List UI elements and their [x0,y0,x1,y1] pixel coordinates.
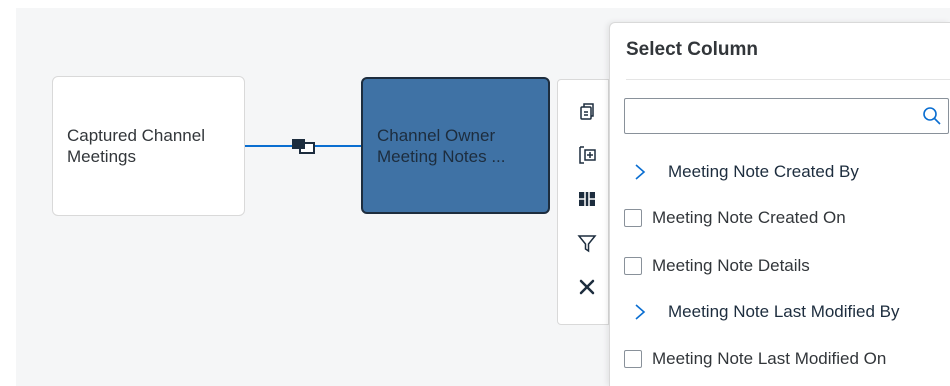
node-toolbar [557,79,609,325]
column-item-checkbox[interactable]: Meeting Note Last Modified On [610,339,950,379]
target-node[interactable]: Channel Owner Meeting Notes ... [361,77,550,214]
join-icon[interactable] [290,136,318,156]
chevron-right-icon[interactable] [634,303,646,321]
column-label: Meeting Note Details [652,256,810,275]
source-node-label: Captured Channel Meetings [67,126,205,166]
column-item-checkbox[interactable]: Meeting Note Details [610,246,950,286]
column-label: Meeting Note Last Modified By [668,302,900,321]
columns-icon[interactable] [576,188,598,210]
filter-icon[interactable] [576,232,598,254]
column-label: Meeting Note Created By [668,162,859,181]
column-item-checkbox[interactable]: Meeting Note Created On [610,198,950,238]
column-item-expandable[interactable]: Meeting Note Last Modified By [610,292,950,332]
column-label: Meeting Note Created On [652,208,846,227]
column-label: Meeting Note Last Modified On [652,349,887,368]
target-node-label: Channel Owner Meeting Notes ... [377,125,506,166]
column-item-expandable[interactable]: Meeting Note Created By [610,152,950,192]
select-column-popover: Select Column Meeting Note Created By Me… [609,22,950,386]
source-node[interactable]: Captured Channel Meetings [52,76,245,216]
search-icon[interactable] [922,106,942,126]
column-checkbox[interactable] [624,209,642,227]
column-checkbox[interactable] [624,350,642,368]
search-field[interactable] [624,98,949,134]
copy-icon[interactable] [576,100,598,122]
column-checkbox[interactable] [624,257,642,275]
add-column-icon[interactable] [576,144,598,166]
divider [626,79,950,80]
search-input[interactable] [625,99,915,133]
chevron-right-icon[interactable] [634,163,646,181]
close-icon[interactable] [576,276,598,298]
popover-title: Select Column [626,39,758,60]
